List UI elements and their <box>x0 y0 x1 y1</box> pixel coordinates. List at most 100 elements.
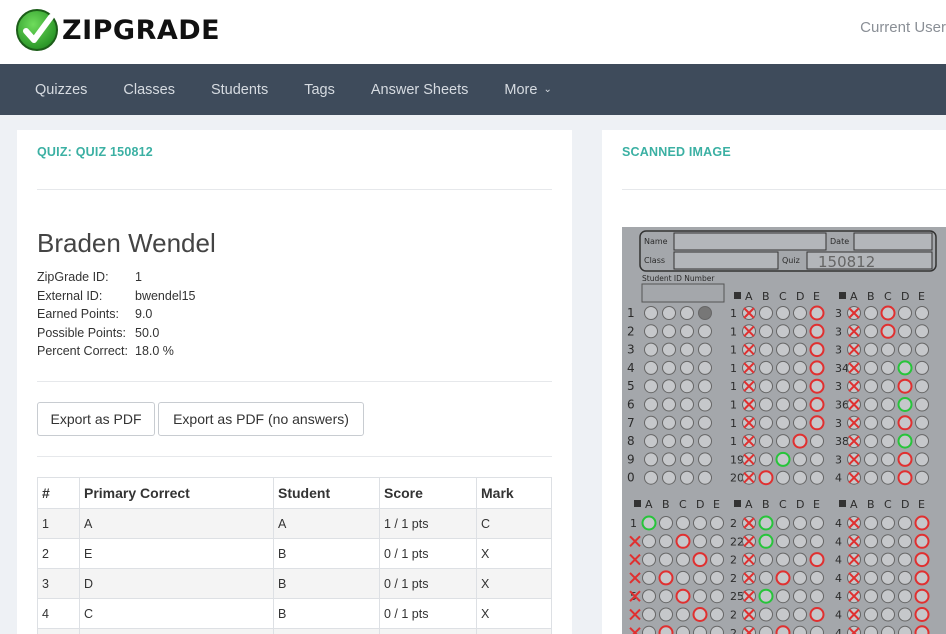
choice-header: C <box>779 290 787 303</box>
current-user-menu[interactable]: Current User <box>860 19 946 36</box>
id-bubble <box>698 434 712 449</box>
cell-primary-correct: D <box>79 568 274 599</box>
answer-bubble <box>881 342 895 357</box>
answer-bubble <box>898 607 912 622</box>
answer-bubble <box>793 324 807 339</box>
nav-students[interactable]: Students <box>193 82 286 98</box>
question-number: 22 <box>730 535 744 548</box>
export-pdf-button[interactable]: Export as PDF <box>37 402 155 436</box>
answer-bubble <box>881 534 895 549</box>
table-row: 1 A A 1 / 1 pts C <box>37 508 552 539</box>
timing-mark <box>839 292 846 299</box>
answer-bubble <box>676 607 690 622</box>
nav-tags[interactable]: Tags <box>286 82 353 98</box>
cell-primary-correct: C <box>79 598 274 629</box>
id-bubble <box>662 342 676 357</box>
question-number: 2 <box>730 609 737 622</box>
col-header-primary-correct[interactable]: Primary Correct <box>79 477 274 509</box>
answer-bubble <box>659 607 673 622</box>
scanned-image-heading: SCANNED IMAGE <box>622 145 731 159</box>
col-header-number[interactable]: # <box>37 477 80 509</box>
question-number: 1 <box>730 325 737 338</box>
question-number: 25 <box>730 590 744 603</box>
answer-bubble <box>864 452 878 467</box>
info-external-id: External ID: bwendel15 <box>37 289 195 303</box>
cell-number: 3 <box>37 568 80 599</box>
answer-bubble <box>881 589 895 604</box>
info-label: External ID: <box>37 289 103 303</box>
cell-number: 2 <box>37 538 80 569</box>
student-name: Braden Wendel <box>37 228 216 258</box>
id-bubble <box>662 324 676 339</box>
choice-header: B <box>762 290 770 303</box>
choice-header: E <box>813 290 820 303</box>
answer-bubble <box>793 379 807 394</box>
info-earned-points: Earned Points: 9.0 <box>37 307 152 321</box>
answer-bubble <box>710 516 724 530</box>
question-number: 4 <box>835 609 842 622</box>
brand-name: ZIPGRADE <box>62 14 221 46</box>
answer-bubble <box>915 360 929 375</box>
answer-bubble <box>881 415 895 430</box>
answer-bubble <box>810 452 824 467</box>
zipgrade-logo[interactable]: ZIPGRADE <box>16 9 220 51</box>
checkmark-logo-icon <box>16 9 58 51</box>
cell-score: 0 / 1 pts <box>379 598 477 629</box>
question-number: 1 <box>730 399 737 412</box>
answer-bubble <box>864 306 878 320</box>
info-label: Earned Points: <box>37 307 119 321</box>
choice-header: A <box>745 498 753 511</box>
export-pdf-no-answers-button[interactable]: Export as PDF (no answers) <box>158 402 364 436</box>
answers-table: # Primary Correct Student Score Mark 1 A… <box>37 477 552 634</box>
answer-bubble <box>759 415 773 430</box>
table-row: 3 D B 0 / 1 pts X <box>37 568 552 599</box>
question-number: 3 <box>835 344 842 357</box>
answer-bubble <box>776 434 790 449</box>
answer-bubble <box>776 342 790 357</box>
answer-bubble <box>793 570 807 585</box>
answer-bubble <box>864 589 878 604</box>
cell-score: 0 / 1 pts <box>379 568 477 599</box>
answer-bubble <box>776 379 790 394</box>
cell-student: B <box>273 568 380 599</box>
answer-bubble <box>642 534 656 549</box>
id-bubble <box>644 434 658 449</box>
cell-mark <box>476 628 552 634</box>
answer-bubble <box>759 360 773 375</box>
answer-bubble <box>642 607 656 622</box>
info-value: 9.0 <box>135 307 153 321</box>
timing-mark <box>839 500 846 507</box>
info-label: Percent Correct: <box>37 344 129 358</box>
student-id-label: Student ID Number <box>642 274 715 283</box>
answer-bubble <box>776 397 790 412</box>
answer-bubble <box>759 324 773 339</box>
answer-bubble <box>659 552 673 567</box>
nav-answer-sheets[interactable]: Answer Sheets <box>353 82 487 98</box>
scanned-answer-sheet-image[interactable]: Name Date Class Quiz 150812 Student ID Number… <box>622 227 946 634</box>
col-header-score[interactable]: Score <box>379 477 477 509</box>
question-number: 34 <box>835 362 849 375</box>
col-header-mark[interactable]: Mark <box>476 477 552 509</box>
choice-header: A <box>850 498 858 511</box>
answer-bubble <box>915 452 929 467</box>
nav-classes[interactable]: Classes <box>105 82 193 98</box>
col-header-student[interactable]: Student <box>273 477 380 509</box>
question-number: 1 <box>730 435 737 448</box>
cell-primary-correct <box>79 628 274 634</box>
answer-bubble <box>793 516 807 530</box>
answer-bubble <box>776 516 790 530</box>
nav-quizzes[interactable]: Quizzes <box>17 82 105 98</box>
id-bubble <box>698 397 712 412</box>
nav-more-dropdown[interactable]: More ⌄ <box>486 82 569 98</box>
answer-bubble <box>676 570 690 585</box>
question-number: 4 <box>835 572 842 585</box>
info-value: 1 <box>135 270 142 284</box>
answer-bubble <box>776 589 790 604</box>
quiz-heading: QUIZ: QUIZ 150812 <box>37 145 153 159</box>
answer-sheet-drawing: Name DateClass Quiz 150812Student ID Number… <box>622 227 946 634</box>
id-bubble <box>698 452 712 467</box>
choice-header: A <box>645 498 653 511</box>
answer-bubble <box>864 607 878 622</box>
divider <box>622 189 946 190</box>
divider <box>37 189 552 190</box>
